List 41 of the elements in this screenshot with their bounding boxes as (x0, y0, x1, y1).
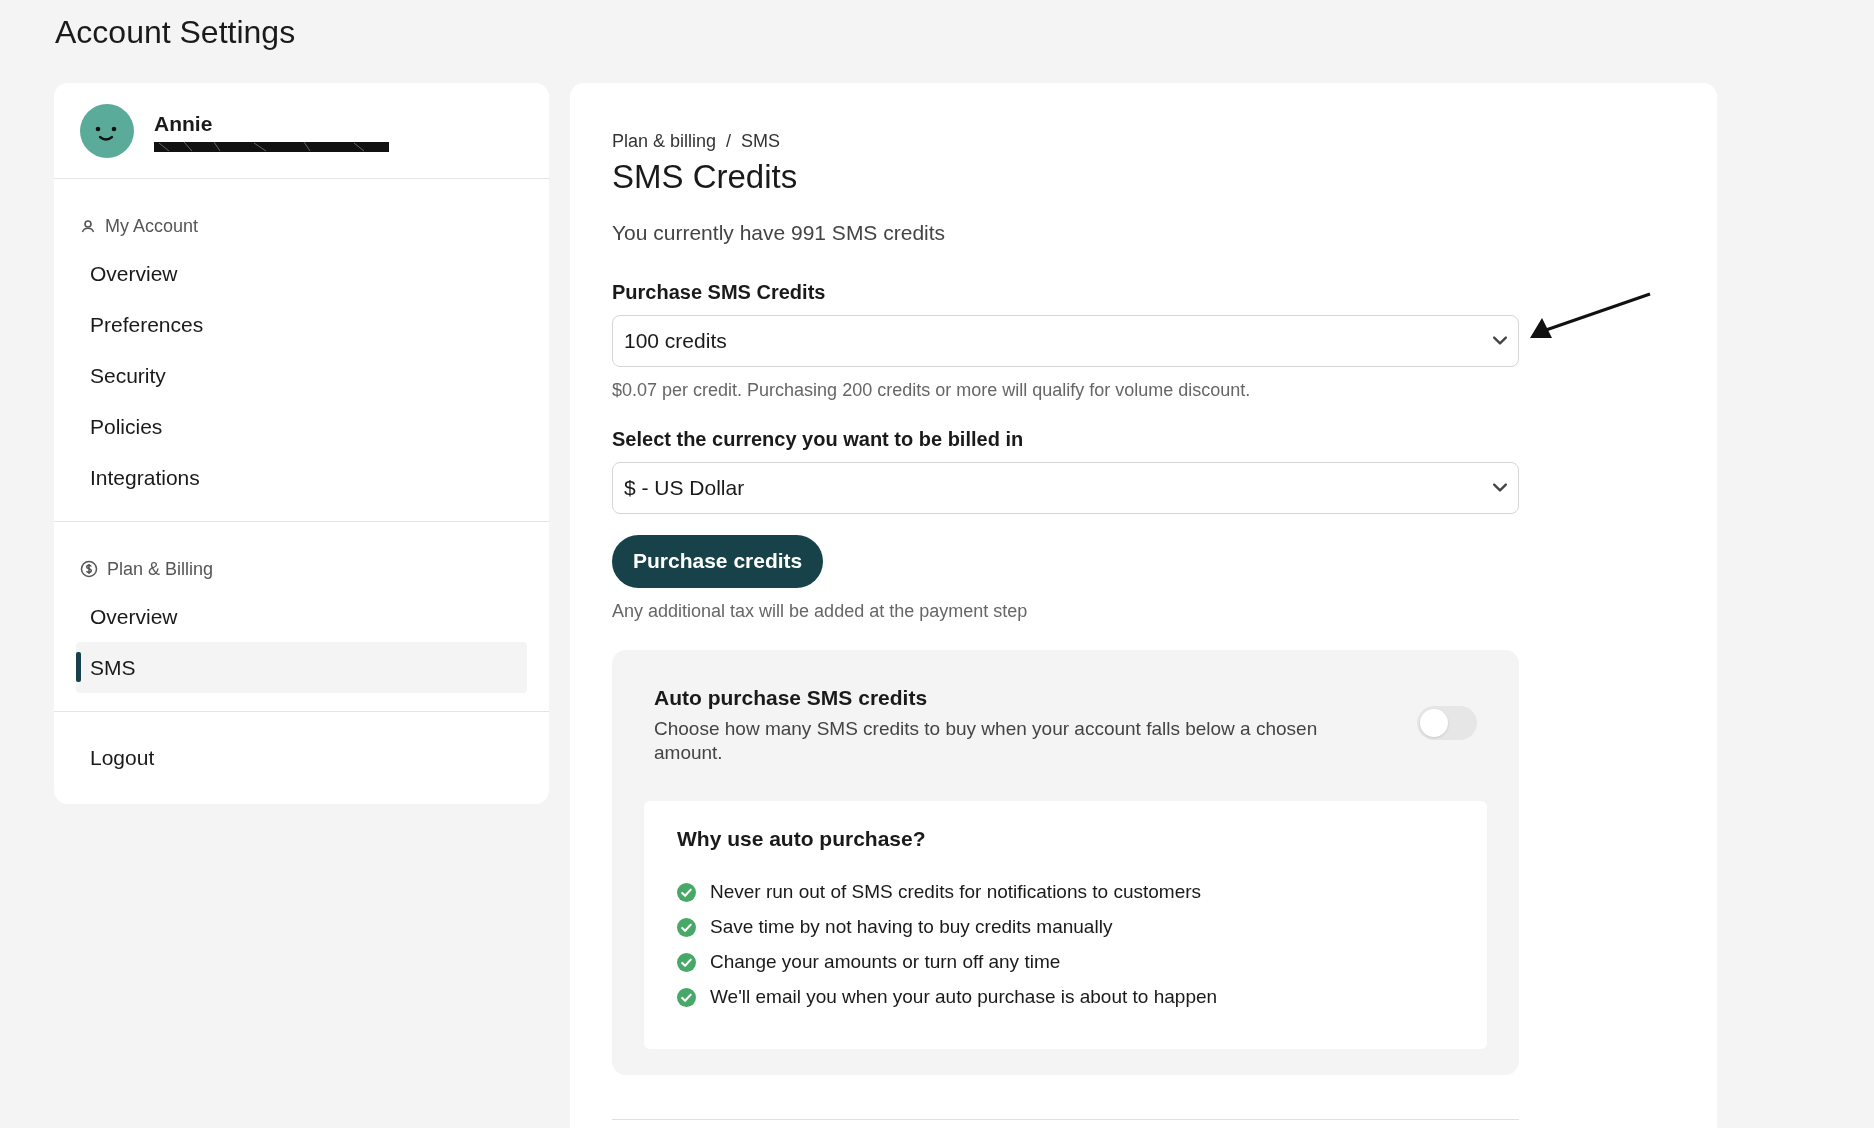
breadcrumb-link[interactable]: Plan & billing (612, 128, 717, 155)
sidebar-item[interactable]: Overview (76, 591, 527, 642)
sidebar-item[interactable]: Policies (76, 401, 527, 452)
purchase-button[interactable]: Purchase credits (612, 534, 824, 588)
check-circle-icon (677, 917, 696, 937)
chevron-down-icon (1493, 336, 1507, 345)
sidebar-item[interactable]: Preferences (76, 299, 527, 350)
benefit-text: We'll email you when your auto purchase is about to happen (710, 984, 1218, 1009)
sidebar-item[interactable]: Integrations (76, 452, 527, 503)
why-title: Why use auto purchase? (677, 826, 927, 852)
section-heading: My Account (105, 214, 199, 238)
user-icon (80, 218, 96, 234)
sidebar-item[interactable]: Overview (76, 248, 527, 299)
sidebar-item[interactable]: Security (76, 350, 527, 401)
tax-note: Any additional tax will be added at the payment step (612, 599, 1029, 623)
help-text: $0.07 per credit. Purchasing 200 credits or more will qualify for volume discount. (612, 378, 1252, 402)
field-label: Select the currency you want to be billed in (612, 426, 1025, 452)
avatar-icon (80, 103, 134, 158)
profile-name: Annie (154, 110, 214, 137)
check-circle-icon (677, 952, 696, 972)
check-circle-icon (677, 882, 696, 902)
auto-purchase-description: Choose how many SMS credits to buy when your account falls below a chosen amount. (654, 717, 1319, 765)
dollar-circle-icon (80, 560, 98, 578)
auto-purchase-title: Auto purchase SMS credits (654, 684, 929, 711)
logout-link[interactable]: Logout (76, 732, 527, 784)
currency-select[interactable]: $ - US Dollar (612, 461, 1519, 514)
benefit-text: Never run out of SMS credits for notifications to customers (710, 879, 1202, 904)
field-label: Purchase SMS Credits (612, 279, 827, 305)
section-heading: Plan & Billing (107, 557, 214, 581)
page-title: Account Settings (55, 13, 296, 52)
balance-text: You currently have 991 SMS credits (612, 220, 947, 246)
check-circle-icon (677, 987, 696, 1007)
section-title: SMS Credits (612, 157, 799, 197)
breadcrumb-separator: / (726, 130, 732, 153)
benefit-text: Save time by not having to buy credits manually (710, 914, 1113, 939)
credits-select[interactable]: 100 credits (612, 314, 1519, 367)
chevron-down-icon (1493, 483, 1507, 492)
breadcrumb-link[interactable]: SMS (741, 128, 781, 155)
sidebar-item[interactable]: SMS (76, 642, 527, 693)
toggle-switch[interactable] (1417, 705, 1477, 740)
benefit-text: Change your amounts or turn off any time (710, 949, 1061, 974)
